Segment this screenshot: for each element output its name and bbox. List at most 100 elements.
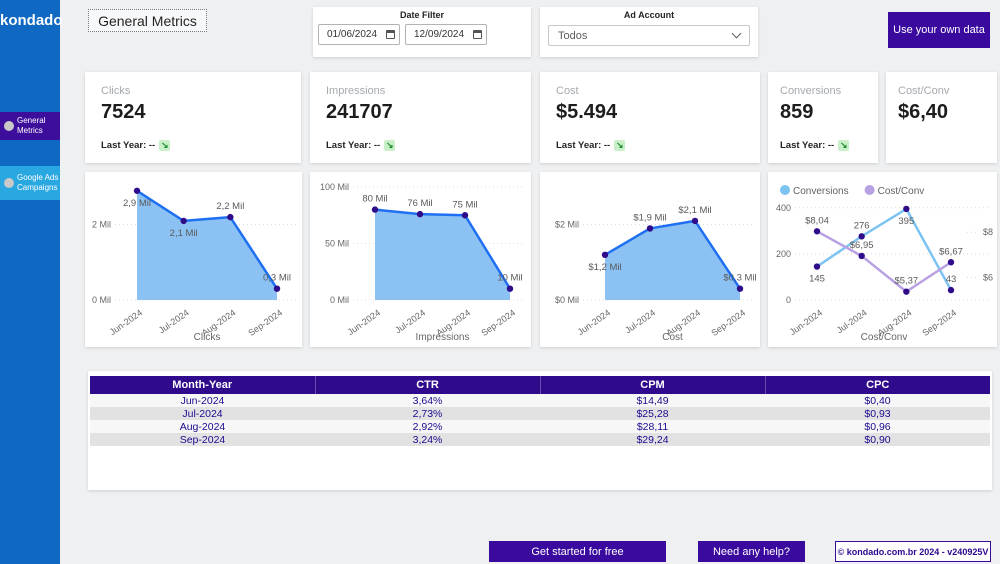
svg-text:43: 43 [946, 274, 957, 285]
svg-text:Jun-2024: Jun-2024 [788, 307, 824, 337]
table-row: Sep-20243,24%$29,24$0,90 [90, 433, 990, 446]
clicks-chart-card: 0 Mil2 MilJun-2024Jul-2024Aug-2024Sep-20… [85, 172, 302, 347]
svg-text:2,9 Mil: 2,9 Mil [123, 198, 151, 209]
svg-text:Clicks: Clicks [194, 332, 221, 343]
impressions-area-chart[interactable]: 0 Mil50 Mil100 MilJun-2024Jul-2024Aug-20… [310, 172, 531, 347]
table-cell: Aug-2024 [90, 420, 315, 433]
svg-text:$1,2 Mil: $1,2 Mil [588, 262, 621, 273]
svg-text:$6: $6 [983, 272, 993, 282]
svg-text:0: 0 [786, 295, 791, 305]
table-header-cell: Month-Year [90, 376, 315, 394]
kpi-label: Cost [556, 85, 744, 97]
need-help-button[interactable]: Need any help? [698, 541, 805, 562]
date-filter-label: Date Filter [313, 10, 531, 20]
date-end-input[interactable] [405, 24, 487, 45]
kpi-label: Cost/Conv [898, 85, 985, 97]
clicks-area-chart[interactable]: 0 Mil2 MilJun-2024Jul-2024Aug-2024Sep-20… [85, 172, 302, 347]
kpi-card-impressions: Impressions 241707 Last Year: --↘ [310, 72, 531, 163]
table-cell: 2,73% [315, 407, 540, 420]
ad-account-select[interactable]: Todos [548, 25, 750, 46]
trend-down-icon: ↘ [384, 140, 395, 151]
page-title: General Metrics [88, 9, 207, 32]
use-own-data-button[interactable]: Use your own data [888, 12, 990, 48]
svg-text:$6,67: $6,67 [939, 246, 963, 257]
ad-account-value: Todos [558, 30, 587, 42]
svg-text:Cost: Cost [662, 332, 683, 343]
sidebar-item-google-ads-campaigns[interactable]: Google Ads Campaigns [0, 166, 60, 200]
table-cell: $28,11 [540, 420, 765, 433]
table-cell: Jul-2024 [90, 407, 315, 420]
table-cell: $14,49 [540, 394, 765, 407]
table-cell: Sep-2024 [90, 433, 315, 446]
table-cell: $25,28 [540, 407, 765, 420]
ad-account-label: Ad Account [540, 10, 758, 20]
svg-text:2,1 Mil: 2,1 Mil [170, 228, 198, 239]
sidebar-item-label: Google Ads Campaigns [17, 173, 60, 192]
kpi-label: Clicks [101, 85, 285, 97]
table-cell: 2,92% [315, 420, 540, 433]
date-filter-card: Date Filter [313, 7, 531, 57]
kpi-value: 7524 [101, 101, 285, 124]
table-cell: $0,93 [765, 407, 990, 420]
kpi-card-cost-conv: Cost/Conv $6,40 [886, 72, 997, 163]
version-label: © kondado.com.br 2024 - v240925V [835, 541, 991, 562]
metrics-table: Month-YearCTRCPMCPC Jun-20243,64%$14,49$… [90, 376, 990, 446]
svg-text:Sep-2024: Sep-2024 [479, 307, 517, 338]
chevron-down-icon [732, 29, 742, 39]
ad-account-card: Ad Account Todos [540, 7, 758, 57]
svg-text:Jul-2024: Jul-2024 [623, 307, 657, 335]
sidebar-item-general-metrics[interactable]: General Metrics [0, 112, 60, 140]
get-started-button[interactable]: Get started for free [489, 541, 666, 562]
svg-text:Jun-2024: Jun-2024 [108, 307, 144, 337]
sidebar-item-label: General Metrics [17, 116, 60, 135]
svg-text:$5,37: $5,37 [894, 276, 918, 287]
kpi-label: Conversions [780, 85, 866, 97]
svg-text:$8,04: $8,04 [805, 215, 829, 226]
table-cell: $0,90 [765, 433, 990, 446]
svg-text:Jul-2024: Jul-2024 [157, 307, 191, 335]
svg-text:10 Mil: 10 Mil [497, 273, 522, 284]
svg-text:Sep-2024: Sep-2024 [709, 307, 747, 338]
svg-text:Sep-2024: Sep-2024 [920, 307, 958, 338]
svg-text:Sep-2024: Sep-2024 [246, 307, 284, 338]
kondado-logo: kondado [0, 0, 60, 29]
table-cell: $29,24 [540, 433, 765, 446]
kpi-card-conversions: Conversions 859 Last Year: --↘ [768, 72, 878, 163]
last-year-text: Last Year: -- [556, 140, 610, 151]
table-header-cell: CTR [315, 376, 540, 394]
svg-text:$2,1 Mil: $2,1 Mil [678, 205, 711, 216]
svg-text:276: 276 [854, 220, 870, 231]
table-row: Jul-20242,73%$25,28$0,93 [90, 407, 990, 420]
svg-text:Cost/Conv: Cost/Conv [861, 332, 908, 343]
kpi-value: 241707 [326, 101, 515, 124]
svg-text:395: 395 [898, 216, 914, 227]
table-cell: Jun-2024 [90, 394, 315, 407]
page-bullet-icon [4, 121, 14, 131]
date-start-input[interactable] [318, 24, 400, 45]
kpi-label: Impressions [326, 85, 515, 97]
trend-down-icon: ↘ [159, 140, 170, 151]
kpi-card-cost: Cost $5.494 Last Year: -- ↘ [540, 72, 760, 163]
last-year-text: Last Year: -- [101, 140, 155, 151]
svg-text:0 Mil: 0 Mil [330, 295, 349, 305]
cost-chart-card: $0 Mil$2 MilJun-2024Jul-2024Aug-2024Sep-… [540, 172, 760, 347]
page-bullet-icon [4, 178, 14, 188]
svg-text:Impressions: Impressions [416, 332, 470, 343]
conversions-cost-conv-chart-card: 0200400$6$8Jun-2024Jul-2024Aug-2024Sep-2… [768, 172, 997, 347]
svg-text:50 Mil: 50 Mil [325, 239, 349, 249]
kpi-value: $5.494 [556, 101, 744, 124]
svg-text:0,3 Mil: 0,3 Mil [263, 273, 291, 284]
kpi-value: 859 [780, 101, 866, 124]
svg-text:$0 Mil: $0 Mil [555, 295, 579, 305]
sidebar: kondado General Metrics Google Ads Campa… [0, 0, 60, 564]
cost-area-chart[interactable]: $0 Mil$2 MilJun-2024Jul-2024Aug-2024Sep-… [540, 172, 760, 347]
svg-text:200: 200 [776, 249, 791, 259]
svg-text:Conversions: Conversions [793, 186, 849, 197]
trend-down-icon: ↘ [614, 140, 625, 151]
conversions-cost-conv-line-chart[interactable]: 0200400$6$8Jun-2024Jul-2024Aug-2024Sep-2… [768, 172, 997, 347]
impressions-chart-card: 0 Mil50 Mil100 MilJun-2024Jul-2024Aug-20… [310, 172, 531, 347]
table-header-cell: CPM [540, 376, 765, 394]
table-cell: 3,24% [315, 433, 540, 446]
last-year-text: Last Year: -- [780, 140, 834, 151]
svg-text:$2 Mil: $2 Mil [555, 220, 579, 230]
